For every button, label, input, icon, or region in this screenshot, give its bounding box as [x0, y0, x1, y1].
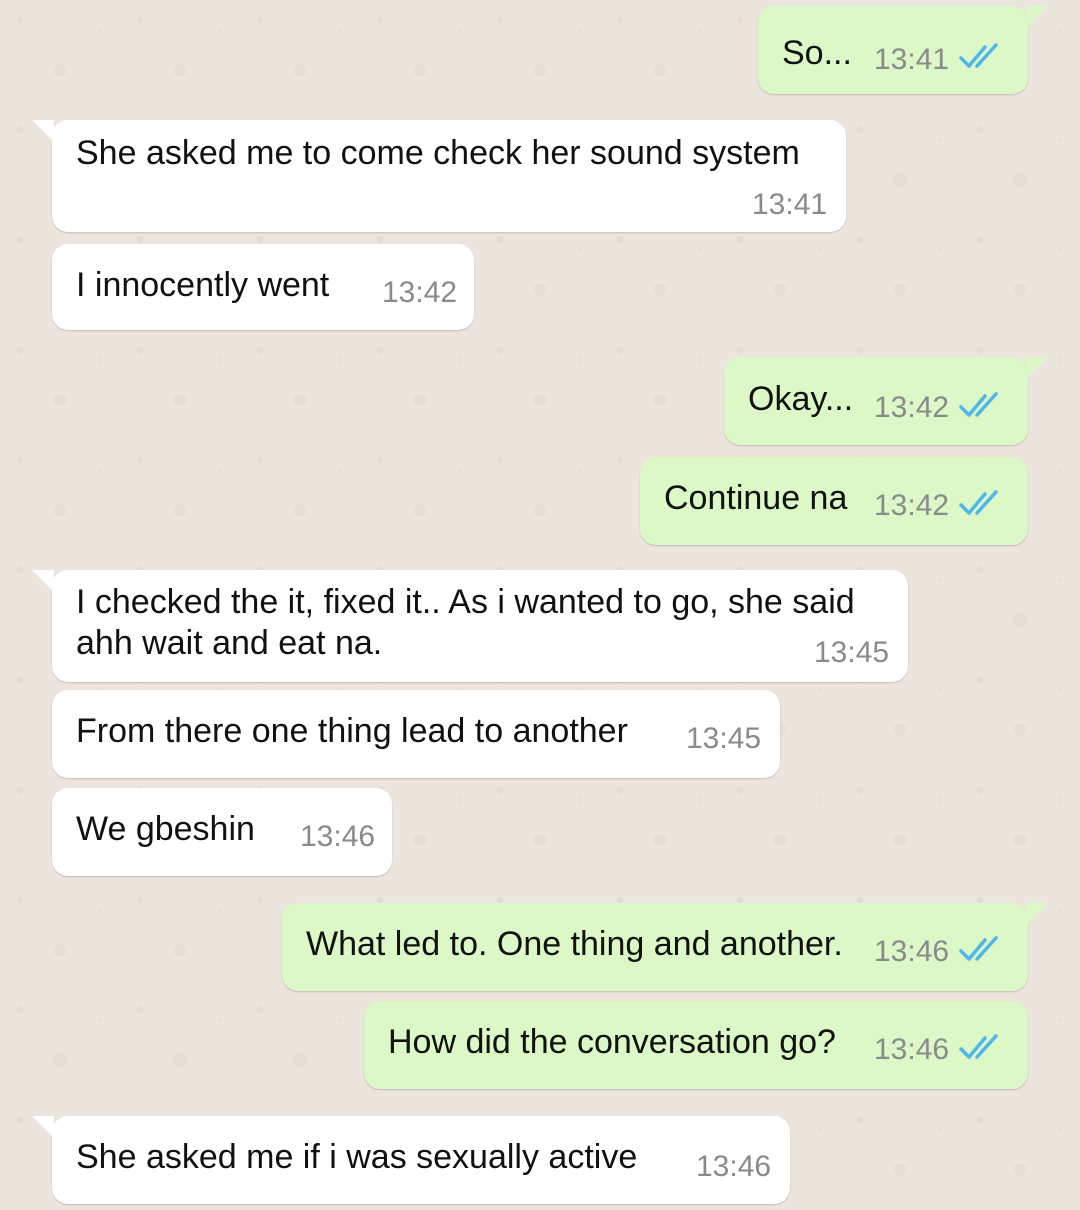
message-text: So... — [782, 34, 852, 72]
double-check-read-icon — [959, 1034, 998, 1059]
message-bubble-outgoing[interactable]: How did the conversation go? 13:46 — [364, 1001, 1028, 1089]
message-timestamp: 13:42 — [874, 489, 950, 522]
message-text: Continue na — [664, 479, 848, 517]
message-text: We gbeshin — [76, 810, 255, 848]
message-text-line2: ahh wait and eat na. — [76, 624, 383, 662]
message-text: Okay... — [748, 380, 854, 418]
message-timestamp: 13:46 — [300, 820, 376, 853]
message-text: How did the conversation go? — [388, 1023, 836, 1061]
chat-background: So... 13:41 She asked me to come check h… — [0, 0, 1080, 1210]
message-text: I innocently went — [76, 266, 330, 304]
message-timestamp: 13:45 — [686, 722, 762, 755]
message-text: She asked me if i was sexually active — [76, 1138, 638, 1176]
message-bubble-outgoing[interactable]: So... 13:41 — [758, 6, 1048, 94]
message-text: From there one thing lead to another — [76, 712, 628, 750]
message-text: What led to. One thing and another. — [306, 925, 843, 963]
double-check-read-icon — [959, 392, 998, 417]
message-bubble-incoming[interactable]: I checked the it, fixed it.. As i wanted… — [32, 570, 908, 682]
double-check-read-icon — [959, 936, 998, 961]
message-bubble-outgoing[interactable]: Continue na 13:42 — [640, 457, 1028, 545]
message-timestamp: 13:46 — [874, 1033, 950, 1066]
message-bubble-incoming[interactable]: We gbeshin 13:46 — [52, 788, 392, 876]
message-timestamp: 13:45 — [814, 636, 890, 669]
double-check-read-icon — [959, 43, 998, 68]
message-text: She asked me to come check her sound sys… — [76, 134, 800, 172]
message-timestamp: 13:42 — [874, 391, 950, 424]
double-check-read-icon — [959, 490, 998, 515]
message-timestamp: 13:41 — [752, 188, 828, 221]
message-bubble-incoming[interactable]: From there one thing lead to another 13:… — [52, 690, 780, 778]
message-timestamp: 13:46 — [874, 935, 950, 968]
message-timestamp: 13:42 — [382, 276, 458, 309]
message-bubble-outgoing[interactable]: What led to. One thing and another. 13:4… — [282, 903, 1048, 991]
message-bubble-outgoing[interactable]: Okay... 13:42 — [724, 357, 1048, 445]
message-text-line1: I checked the it, fixed it.. As i wanted… — [76, 583, 855, 621]
message-bubble-incoming[interactable]: I innocently went 13:42 — [52, 244, 474, 330]
message-bubble-incoming[interactable]: She asked me to come check her sound sys… — [32, 120, 846, 232]
message-bubble-incoming[interactable]: She asked me if i was sexually active 13… — [32, 1116, 790, 1204]
message-timestamp: 13:46 — [696, 1150, 772, 1183]
message-timestamp: 13:41 — [874, 43, 950, 76]
